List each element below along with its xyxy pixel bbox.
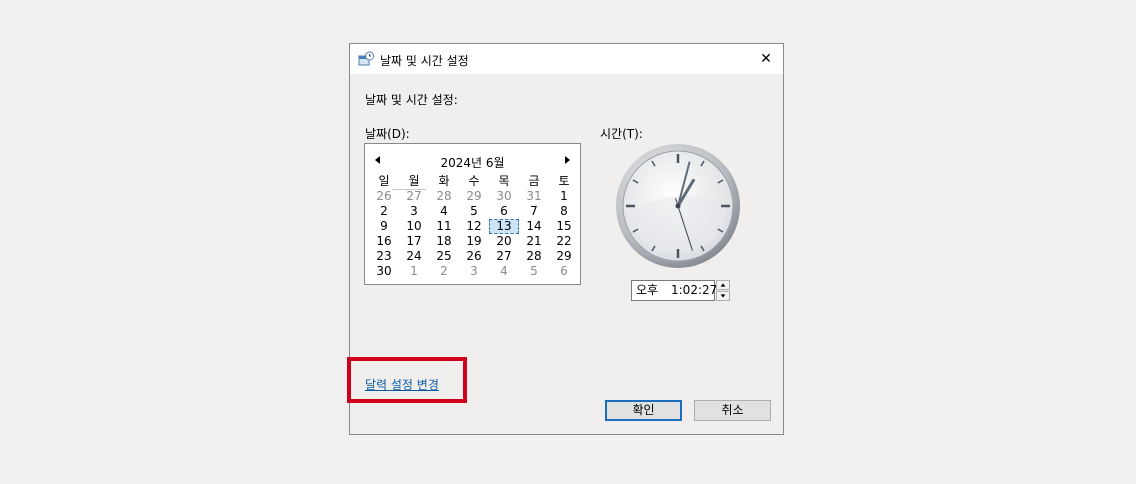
calendar-day-selected[interactable]: 13 [489,219,519,234]
calendar-day[interactable]: 31 [519,189,549,204]
calendar-day[interactable]: 29 [549,249,579,264]
calendar-day[interactable]: 16 [369,234,399,249]
calendar-month-title[interactable]: 2024년 6월 [365,154,580,171]
calendar-day[interactable]: 5 [459,204,489,219]
calendar-day[interactable]: 8 [549,204,579,219]
time-input[interactable]: 오후 1:02:27 [631,280,717,301]
date-time-settings-dialog: 날짜 및 시간 설정 ✕ 날짜 및 시간 설정: 날짜(D): 시간(T): 2… [347,43,784,435]
ok-button[interactable]: 확인 [605,400,682,421]
calendar-day[interactable]: 3 [459,264,489,279]
calendar-day[interactable]: 6 [549,264,579,279]
time-label: 시간(T): [600,127,643,141]
weekday-header: 화 [438,174,450,188]
next-month-icon[interactable] [560,154,574,166]
calendar-day[interactable]: 6 [489,204,519,219]
cancel-button[interactable]: 취소 [694,400,771,421]
calendar-day[interactable]: 27 [399,189,429,204]
weekday-header: 수 [468,174,480,188]
calendar-day[interactable]: 9 [369,219,399,234]
calendar-day[interactable]: 1 [399,264,429,279]
calendar-day[interactable]: 2 [369,204,399,219]
calendar-day[interactable]: 2 [429,264,459,279]
calendar-day[interactable]: 29 [459,189,489,204]
calendar-day[interactable]: 20 [489,234,519,249]
analog-clock [616,144,740,268]
calendar-day[interactable]: 28 [429,189,459,204]
calendar-day[interactable]: 30 [369,264,399,279]
calendar-day[interactable]: 30 [489,189,519,204]
clock-center [675,203,681,209]
month-calendar[interactable]: 2024년 6월 일 월 화 수 목 금 토 26 27 28 29 30 31 1 2 3 4 5 6 7 8 9 10 1… [364,143,581,285]
calendar-day[interactable]: 21 [519,234,549,249]
calendar-day[interactable]: 22 [549,234,579,249]
change-calendar-settings-link[interactable]: 달력 설정 변경 [365,376,439,393]
calendar-clock-icon [358,51,374,66]
weekday-header: 목 [498,174,510,188]
calendar-day[interactable]: 4 [489,264,519,279]
weekday-header: 월 [408,174,420,188]
section-heading: 날짜 및 시간 설정: [365,93,458,107]
calendar-day[interactable]: 7 [519,204,549,219]
weekday-header: 금 [528,174,540,188]
calendar-day[interactable]: 19 [459,234,489,249]
calendar-day[interactable]: 28 [519,249,549,264]
calendar-day[interactable]: 5 [519,264,549,279]
title-bar: 날짜 및 시간 설정 ✕ [350,44,783,74]
calendar-day[interactable]: 26 [369,189,399,204]
calendar-day[interactable]: 4 [429,204,459,219]
ampm-field[interactable]: 오후 [636,281,658,300]
calendar-day[interactable]: 3 [399,204,429,219]
close-button[interactable]: ✕ [749,44,783,74]
calendar-day[interactable]: 10 [399,219,429,234]
calendar-day[interactable]: 11 [429,219,459,234]
weekday-header: 일 [378,174,390,188]
calendar-day[interactable]: 26 [459,249,489,264]
calendar-day[interactable]: 27 [489,249,519,264]
calendar-day[interactable]: 12 [459,219,489,234]
date-label: 날짜(D): [365,127,410,141]
calendar-day[interactable]: 18 [429,234,459,249]
calendar-day[interactable]: 17 [399,234,429,249]
calendar-day[interactable]: 23 [369,249,399,264]
spin-up-icon[interactable] [716,280,730,290]
calendar-day[interactable]: 24 [399,249,429,264]
time-value-field[interactable]: 1:02:27 [671,281,717,300]
calendar-day[interactable]: 14 [519,219,549,234]
spin-down-icon[interactable] [716,291,730,301]
time-spinner[interactable] [716,280,730,301]
calendar-day[interactable]: 25 [429,249,459,264]
calendar-day[interactable]: 15 [549,219,579,234]
window-title: 날짜 및 시간 설정 [380,54,469,68]
calendar-day[interactable]: 1 [549,189,579,204]
weekday-header: 토 [558,174,570,188]
